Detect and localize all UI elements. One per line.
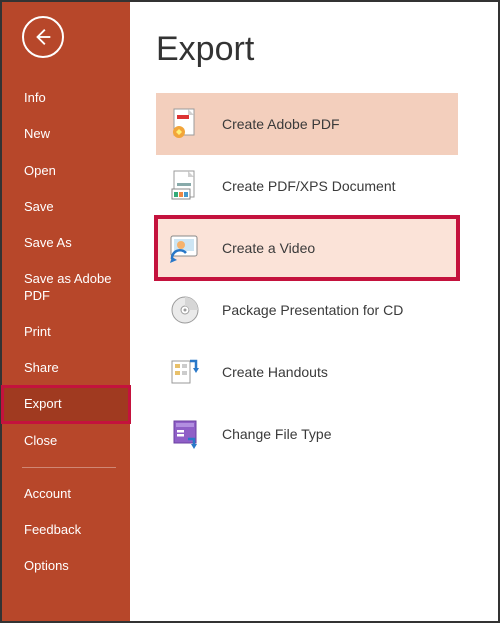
sidebar-item-print[interactable]: Print (2, 314, 130, 350)
adobe-pdf-icon (168, 107, 202, 141)
sidebar-item-options[interactable]: Options (2, 548, 130, 584)
arrow-left-icon (32, 26, 54, 48)
option-create-pdf-xps[interactable]: Create PDF/XPS Document (156, 155, 458, 217)
option-label: Package Presentation for CD (222, 302, 403, 318)
sidebar-item-share[interactable]: Share (2, 350, 130, 386)
option-create-adobe-pdf[interactable]: Create Adobe PDF (156, 93, 458, 155)
option-label: Create Handouts (222, 364, 328, 380)
option-label: Create a Video (222, 240, 315, 256)
sidebar-item-close[interactable]: Close (2, 423, 130, 459)
sidebar-divider (22, 467, 116, 468)
option-create-video[interactable]: Create a Video (156, 217, 458, 279)
cd-icon (168, 293, 202, 327)
app-frame: Info New Open Save Save As Save as Adobe… (0, 0, 500, 623)
sidebar-item-feedback[interactable]: Feedback (2, 512, 130, 548)
option-create-handouts[interactable]: Create Handouts (156, 341, 458, 403)
sidebar-item-account[interactable]: Account (2, 476, 130, 512)
sidebar-item-save[interactable]: Save (2, 189, 130, 225)
sidebar-item-new[interactable]: New (2, 116, 130, 152)
handouts-icon (168, 355, 202, 389)
option-package-cd[interactable]: Package Presentation for CD (156, 279, 458, 341)
back-button[interactable] (22, 16, 64, 58)
page-title: Export (156, 30, 498, 69)
option-label: Create PDF/XPS Document (222, 178, 396, 194)
sidebar-menu: Info New Open Save Save As Save as Adobe… (2, 80, 130, 585)
option-label: Create Adobe PDF (222, 116, 340, 132)
option-change-file-type[interactable]: Change File Type (156, 403, 458, 465)
option-label: Change File Type (222, 426, 331, 442)
sidebar-item-saveas[interactable]: Save As (2, 225, 130, 261)
export-options: Create Adobe PDF Create PDF/XPS Document (156, 93, 458, 465)
sidebar-item-export[interactable]: Export (2, 386, 130, 422)
sidebar-item-open[interactable]: Open (2, 153, 130, 189)
pdf-xps-icon (168, 169, 202, 203)
video-icon (168, 231, 202, 265)
sidebar-item-info[interactable]: Info (2, 80, 130, 116)
filetype-icon (168, 417, 202, 451)
main-panel: Export Create Adobe PDF (130, 2, 498, 621)
sidebar-item-saveas-adobe-pdf[interactable]: Save as Adobe PDF (2, 261, 130, 314)
backstage-sidebar: Info New Open Save Save As Save as Adobe… (2, 2, 130, 621)
